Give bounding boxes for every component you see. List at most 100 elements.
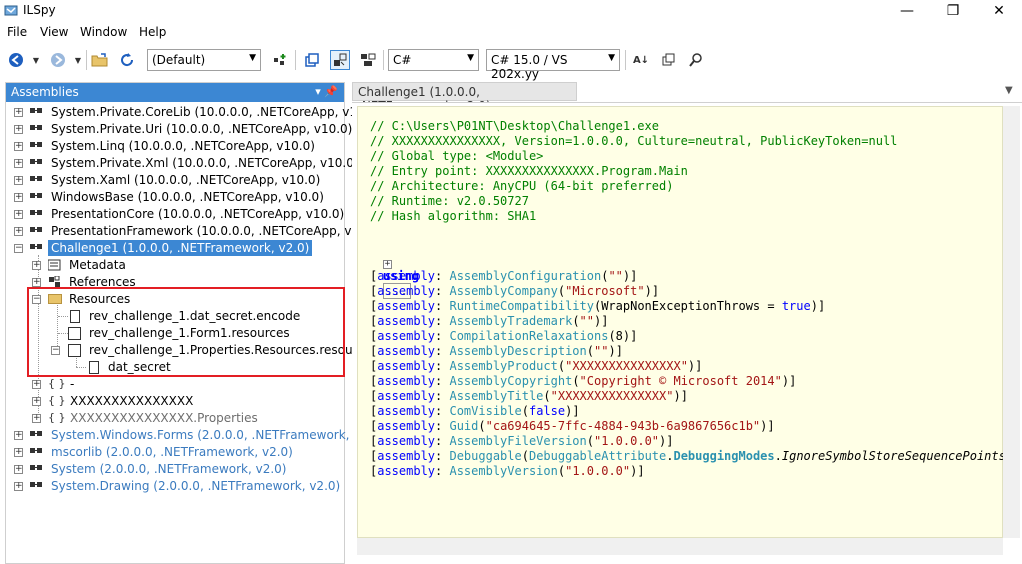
expand-icon[interactable]: +	[14, 431, 23, 440]
assembly-icon	[29, 429, 45, 439]
expand-icon[interactable]: +	[14, 448, 23, 457]
menu-file[interactable]: File	[7, 25, 27, 39]
attribute-name[interactable]: AssemblyFileVersion	[449, 434, 586, 448]
attribute-name[interactable]: AssemblyTrademark	[449, 314, 572, 328]
attribute-name[interactable]: AssemblyVersion	[449, 464, 557, 478]
attribute-colon: :	[435, 404, 450, 418]
attribute-args: (DebuggableAttribute.DebuggingModes.Igno…	[521, 449, 1013, 463]
expand-icon[interactable]: +	[14, 465, 23, 474]
attribute-args: (false)	[521, 404, 573, 418]
assembly-list-combo[interactable]: (Default) ▼	[147, 49, 261, 71]
refresh-icon[interactable]	[117, 50, 137, 70]
forward-dropdown-icon[interactable]: ▼	[68, 50, 88, 70]
attribute-name[interactable]: Debuggable	[449, 449, 521, 463]
attribute-name[interactable]: AssemblyDescription	[449, 344, 586, 358]
attribute-name[interactable]: ComVisible	[449, 404, 521, 418]
assembly-list-value: (Default)	[152, 53, 206, 67]
assembly-keyword: assembly	[377, 404, 436, 418]
expand-icon[interactable]: +	[14, 482, 23, 491]
horizontal-scrollbar[interactable]	[357, 538, 1003, 555]
pin-icon[interactable]: ▾ 📌	[315, 85, 338, 98]
attribute-name[interactable]: CompilationRelaxations	[449, 329, 608, 343]
language-combo[interactable]: C# ▼	[388, 49, 479, 71]
attribute-colon: :	[435, 434, 450, 448]
assembly-keyword: assembly	[377, 389, 436, 403]
assembly-keyword: assembly	[377, 344, 436, 358]
toolbar-separator	[86, 50, 87, 70]
menu-window[interactable]: Window	[80, 25, 127, 39]
collapse-icon[interactable]: −	[14, 244, 23, 253]
attribute-args: (8)	[608, 329, 631, 343]
document-tab[interactable]: Challenge1 (1.0.0.0, .NETFramework, v2.0…	[352, 82, 577, 113]
assembly-icon	[29, 140, 45, 150]
expand-icon[interactable]: +	[14, 142, 23, 151]
close-button[interactable]: ✕	[976, 0, 1022, 21]
attribute-colon: :	[435, 284, 450, 298]
attribute-args: ("XXXXXXXXXXXXXXX")	[557, 359, 696, 373]
maximize-button[interactable]: ❐	[930, 0, 976, 21]
tree-node-label: System.Private.Uri (10.0.0.0, .NETCoreAp…	[51, 122, 353, 136]
attribute-name[interactable]: AssemblyProduct	[449, 359, 557, 373]
forward-icon[interactable]	[48, 50, 68, 70]
expand-icon[interactable]: +	[14, 108, 23, 117]
expand-icon[interactable]: +	[14, 176, 23, 185]
attribute-name[interactable]: Guid	[449, 419, 478, 433]
assembly-keyword: assembly	[377, 299, 436, 313]
expand-icon[interactable]: +	[32, 380, 41, 389]
add-assembly-icon[interactable]	[270, 50, 290, 70]
assembly-keyword: assembly	[377, 419, 436, 433]
attribute-args: ("1.0.0.0")	[586, 434, 667, 448]
vertical-scrollbar[interactable]	[1003, 106, 1020, 538]
sync-tree-icon[interactable]	[302, 50, 322, 70]
attribute-name[interactable]: AssemblyTitle	[449, 389, 543, 403]
assembly-attribute-line: [assembly: AssemblyConfiguration("")]	[370, 269, 637, 284]
assembly-keyword: assembly	[377, 464, 436, 478]
menu-view[interactable]: View	[40, 25, 68, 39]
attribute-colon: :	[435, 419, 450, 433]
expand-icon[interactable]: +	[14, 159, 23, 168]
title-bar: ILSpy — ❐ ✕	[0, 0, 1022, 21]
back-icon[interactable]	[6, 50, 26, 70]
assembly-attribute-line: [assembly: AssemblyTrademark("")]	[370, 314, 608, 329]
search-icon[interactable]	[686, 50, 706, 70]
back-dropdown-icon[interactable]: ▼	[26, 50, 46, 70]
attribute-name[interactable]: AssemblyCopyright	[449, 374, 572, 388]
tree-node-label: mscorlib (2.0.0.0, .NETFramework, v2.0)	[51, 445, 293, 459]
show-internal-api-icon[interactable]	[358, 50, 378, 70]
menu-help[interactable]: Help	[139, 25, 166, 39]
attribute-name[interactable]: RuntimeCompatibility	[449, 299, 594, 313]
tree-node-label: System.Windows.Forms (2.0.0.0, .NETFrame…	[51, 428, 385, 442]
decompiled-code-view[interactable]: // C:\Users\P01NT\Desktop\Challenge1.exe…	[357, 106, 1020, 538]
minimize-button[interactable]: —	[884, 0, 930, 21]
assembly-attribute-line: [assembly: Debuggable(DebuggableAttribut…	[370, 449, 1020, 464]
expand-icon[interactable]: +	[14, 227, 23, 236]
expand-icon[interactable]: +	[14, 125, 23, 134]
open-folder-icon[interactable]	[90, 50, 110, 70]
expand-icon[interactable]: +	[382, 260, 392, 269]
attribute-close-bracket: ]	[615, 344, 623, 358]
language-version-combo[interactable]: C# 15.0 / VS 202x.yy ▼	[486, 49, 620, 81]
show-private-api-icon[interactable]	[330, 50, 350, 70]
tree-node-label: Metadata	[69, 258, 126, 272]
tab-list-dropdown-icon[interactable]: ▼	[1005, 85, 1013, 96]
expand-icon[interactable]: +	[32, 414, 41, 423]
attribute-name[interactable]: AssemblyConfiguration	[449, 269, 601, 283]
assembly-keyword: assembly	[377, 434, 436, 448]
expand-icon[interactable]: +	[32, 261, 41, 270]
assembly-icon	[29, 242, 45, 252]
assemblies-panel-header: Assemblies ▾ 📌	[6, 83, 344, 102]
assembly-icon	[29, 191, 45, 201]
assembly-icon	[29, 174, 45, 184]
expand-icon[interactable]: +	[14, 193, 23, 202]
attribute-close-bracket: ]	[630, 269, 638, 283]
expand-icon[interactable]: +	[14, 210, 23, 219]
window-copy-icon[interactable]	[659, 50, 679, 70]
attribute-args: ("XXXXXXXXXXXXXXX")	[543, 389, 681, 403]
attribute-name[interactable]: AssemblyCompany	[449, 284, 557, 298]
expand-icon[interactable]: +	[32, 278, 41, 287]
assembly-attribute-line: [assembly: AssemblyCompany("Microsoft")]	[370, 284, 659, 299]
expand-icon[interactable]: +	[32, 397, 41, 406]
code-comment-line: // Global type: <Module>	[370, 149, 544, 163]
sort-icon[interactable]: A↓	[631, 50, 651, 70]
toolbar-separator	[295, 50, 296, 70]
